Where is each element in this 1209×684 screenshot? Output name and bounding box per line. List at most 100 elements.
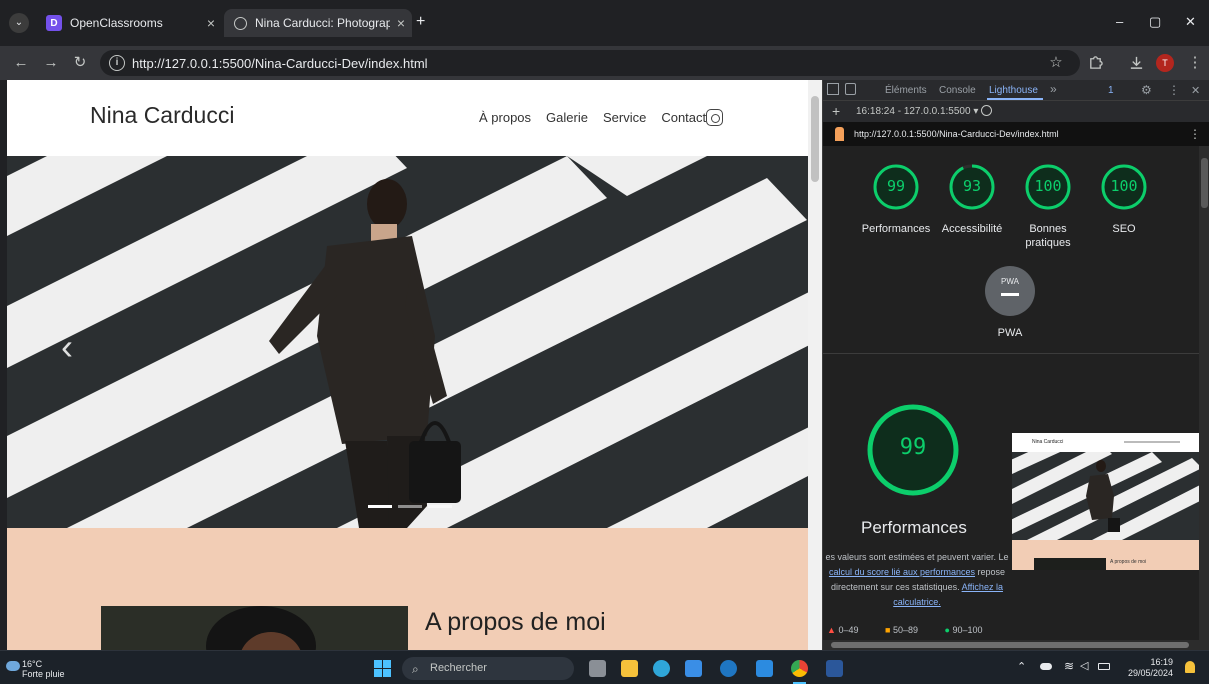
carousel-indicator[interactable]	[368, 505, 392, 508]
page-screenshot-thumbnail[interactable]: Nina Carducci A propos de moi	[1012, 433, 1200, 570]
weather-condition: Forte pluie	[22, 669, 65, 679]
windows-start-icon[interactable]	[374, 660, 391, 677]
browser-toolbar: ← → ↻ i http://127.0.0.1:5500/Nina-Cardu…	[0, 46, 1209, 80]
lighthouse-report: 99 Performances 93 Accessibilité 100 Bon…	[823, 146, 1200, 650]
address-bar[interactable]: i http://127.0.0.1:5500/Nina-Carducci-De…	[100, 50, 1080, 76]
device-toolbar-icon[interactable]	[845, 83, 856, 95]
system-clock[interactable]: 16:19 29/05/2024	[1128, 657, 1173, 679]
reload-button[interactable]: ↻	[70, 53, 90, 73]
tab-console[interactable]: Console	[939, 85, 976, 96]
back-button[interactable]: ←	[11, 53, 31, 73]
devtools-h-scrollbar[interactable]	[823, 640, 1209, 650]
chevron-up-icon[interactable]: ⌃	[1017, 660, 1026, 673]
volume-icon[interactable]: ◁	[1080, 659, 1088, 672]
inspect-element-icon[interactable]	[827, 83, 839, 95]
devtools-scrollbar-thumb[interactable]	[1201, 158, 1208, 208]
close-tab-icon[interactable]: ×	[390, 15, 412, 31]
devtools-scrollbar[interactable]	[1199, 146, 1209, 640]
tab-title: Nina Carducci: Photographe à B	[255, 16, 390, 30]
forward-button[interactable]: →	[41, 53, 61, 73]
store-icon[interactable]	[685, 660, 702, 677]
score-legend: ▲ 0–49 ■ 50–89 ● 90–100	[827, 625, 982, 635]
report-menu-icon[interactable]: ⋮	[1189, 127, 1201, 141]
taskbar-search[interactable]: ⌕ Rechercher	[402, 657, 574, 680]
new-tab-button[interactable]: +	[416, 13, 425, 31]
edge-icon[interactable]	[653, 660, 670, 677]
legend-pass: ● 90–100	[944, 625, 983, 635]
site-brand[interactable]: Nina Carducci	[90, 102, 234, 129]
carousel-indicator[interactable]	[398, 505, 422, 508]
profile-avatar[interactable]: T	[1156, 54, 1174, 72]
website-viewport: Nina Carducci À propos Galerie Service C…	[7, 80, 808, 650]
close-icon[interactable]: ✕	[1191, 84, 1200, 97]
cloud-icon[interactable]	[1040, 663, 1052, 670]
clear-reports-icon[interactable]	[981, 105, 992, 116]
downloads-button[interactable]	[1126, 53, 1146, 73]
minimize-button[interactable]: –	[1116, 14, 1123, 29]
crosswalk-photo	[7, 156, 808, 528]
page-scrollbar[interactable]	[808, 80, 822, 650]
gauge-score: 100	[1110, 177, 1138, 195]
tab-lighthouse[interactable]: Lighthouse	[989, 85, 1038, 96]
lighthouse-logo-icon	[835, 127, 844, 141]
gauge-label: Accessibilité	[941, 223, 1003, 235]
restore-button[interactable]: ▢	[1149, 14, 1161, 30]
weather-widget[interactable]: 16°C Forte pluie	[22, 659, 65, 679]
browser-menu-button[interactable]: ⋮	[1185, 53, 1205, 73]
weather-icon[interactable]	[6, 661, 20, 671]
instagram-icon[interactable]	[706, 109, 723, 126]
page-scrollbar-thumb[interactable]	[811, 96, 819, 182]
bookmark-button[interactable]: ☆	[1046, 53, 1066, 73]
task-view-icon[interactable]	[589, 660, 606, 677]
nav-item-galerie[interactable]: Galerie	[546, 110, 588, 125]
gauge-performances[interactable]: 99	[872, 163, 920, 211]
puzzle-icon	[1089, 56, 1103, 69]
new-report-button[interactable]: +	[832, 103, 840, 119]
gauge-seo[interactable]: 100	[1100, 163, 1148, 211]
chevron-down-icon: ⌄	[14, 17, 24, 28]
nav-item-a-propos[interactable]: À propos	[479, 110, 531, 125]
pwa-dash-icon	[1001, 293, 1019, 296]
wifi-icon[interactable]: ≋	[1064, 659, 1074, 673]
tab-openclassrooms[interactable]: D OpenClassrooms ×	[36, 9, 222, 37]
word-icon[interactable]	[826, 660, 843, 677]
performance-description: es valeurs sont estimées et peuvent vari…	[823, 550, 1017, 610]
taskbar: 16°C Forte pluie ⌕ Rechercher ⌃ ≋ ◁ 16:1…	[0, 650, 1209, 684]
gauge-accessibilite[interactable]: 93	[948, 163, 996, 211]
info-icon[interactable]: i	[109, 55, 125, 71]
devtools-h-scrollbar-thumb[interactable]	[831, 642, 1189, 648]
nav-item-contact[interactable]: Contact	[661, 110, 706, 125]
kebab-menu-icon[interactable]: ⋮	[1168, 83, 1180, 97]
gear-icon[interactable]: ⚙	[1141, 83, 1152, 97]
gauge-bonnes-pratiques[interactable]: 100	[1024, 163, 1072, 211]
report-session-select[interactable]: 16:18:24 - 127.0.0.1:5500 ▾	[856, 106, 978, 117]
gauge-label: Bonnes pratiques	[1025, 223, 1071, 249]
legend-fail: ▲ 0–49	[827, 625, 859, 635]
notification-bell-icon[interactable]	[1185, 661, 1195, 673]
devtools-panel: Éléments Console Lighthouse » 1 ⚙ ⋮ ✕ + …	[822, 80, 1209, 650]
gauge-label: SEO	[1112, 223, 1136, 235]
close-window-button[interactable]: ✕	[1185, 14, 1196, 30]
extensions-button[interactable]	[1085, 53, 1105, 73]
performance-big-gauge: 99	[865, 402, 961, 498]
gauge-pwa[interactable]: PWA	[985, 266, 1035, 316]
thumb-about-heading: A propos de moi	[1110, 559, 1147, 565]
vscode-icon[interactable]	[756, 660, 773, 677]
report-url[interactable]: http://127.0.0.1:5500/Nina-Carducci-Dev/…	[854, 129, 1059, 139]
carousel-prev-button[interactable]: ‹	[61, 326, 73, 368]
close-tab-icon[interactable]: ×	[200, 15, 222, 31]
chrome-icon[interactable]	[791, 660, 808, 677]
desc-text: es valeurs sont estimées et peuvent vari…	[825, 552, 1009, 562]
thumb-nav	[1124, 441, 1180, 443]
battery-icon[interactable]	[1098, 663, 1110, 670]
nav-item-service[interactable]: Service	[603, 110, 646, 125]
dell-icon[interactable]	[720, 660, 737, 677]
more-tabs-button[interactable]: »	[1050, 82, 1057, 96]
file-explorer-icon[interactable]	[621, 660, 638, 677]
tab-nina-carducci[interactable]: Nina Carducci: Photographe à B ×	[224, 9, 412, 37]
tab-search-button[interactable]: ⌄	[9, 13, 29, 33]
issues-count[interactable]: 1	[1108, 85, 1114, 96]
score-calculation-link[interactable]: calcul du score lié aux performances	[829, 567, 975, 577]
carousel-indicator[interactable]	[428, 505, 452, 508]
tab-elements[interactable]: Éléments	[885, 85, 927, 96]
